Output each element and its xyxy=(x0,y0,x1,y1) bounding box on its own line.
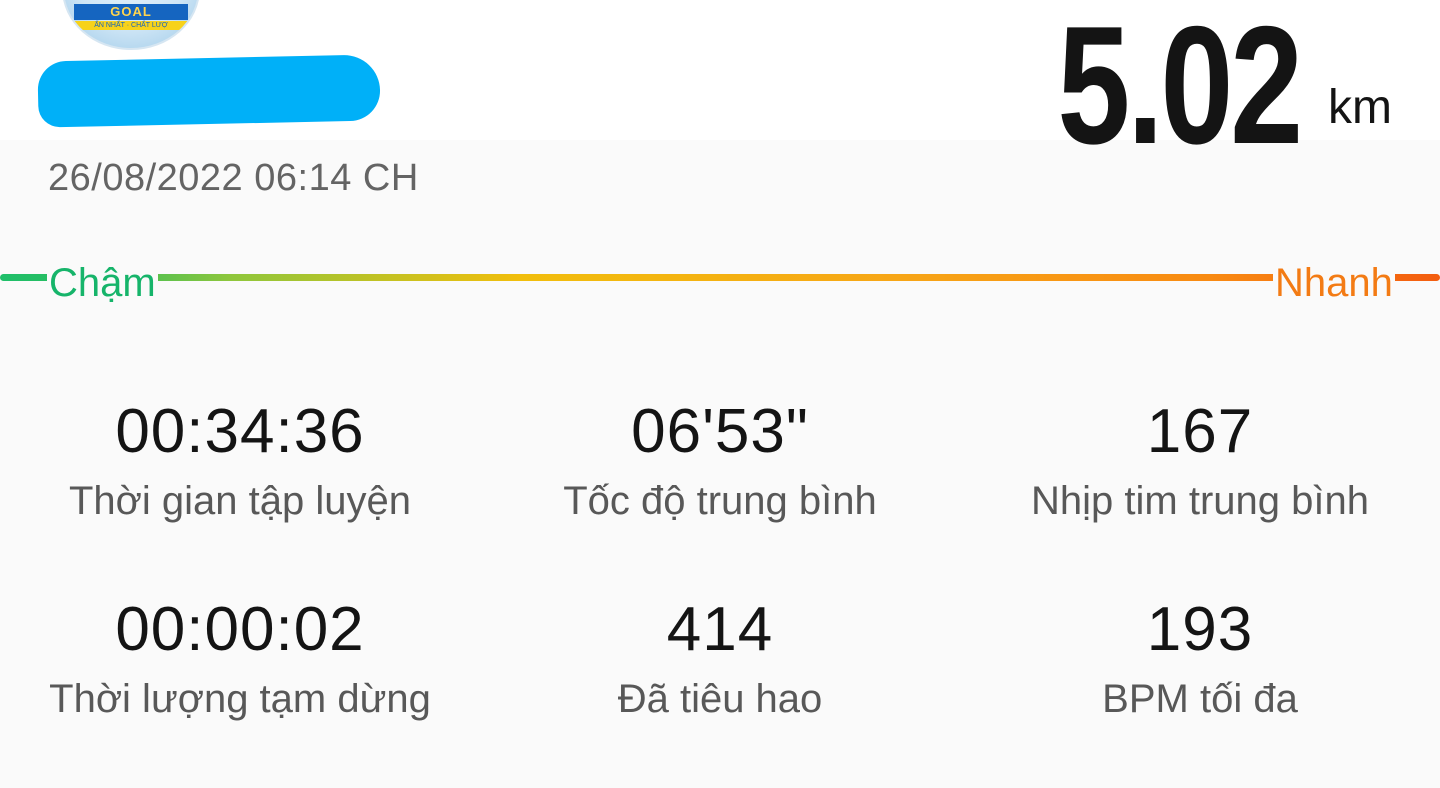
stat-label: Tốc độ trung bình xyxy=(563,479,877,523)
avatar-badge-text: GOAL xyxy=(74,4,188,20)
name-redaction xyxy=(37,54,381,128)
stat-calories-burned: 414 Đã tiêu hao xyxy=(480,590,960,788)
stats-grid: 00:34:36 Thời gian tập luyện 06'53" Tốc … xyxy=(0,392,1440,788)
stat-label: Thời lượng tạm dừng xyxy=(49,677,431,721)
stat-value: 00:34:36 xyxy=(115,397,365,466)
stat-average-pace: 06'53" Tốc độ trung bình xyxy=(480,392,960,590)
stat-label: Thời gian tập luyện xyxy=(69,479,411,523)
stat-value: 193 xyxy=(1146,595,1254,664)
stat-pause-duration: 00:00:02 Thời lượng tạm dừng xyxy=(0,590,480,788)
pace-fast-label: Nhanh xyxy=(1273,255,1395,309)
stat-average-heart-rate: 167 Nhịp tim trung bình xyxy=(960,392,1440,590)
stat-value: 167 xyxy=(1146,397,1254,466)
pace-slow-label: Chậm xyxy=(47,255,158,309)
distance-unit: km xyxy=(1328,81,1392,134)
stat-value: 00:00:02 xyxy=(115,595,365,664)
stat-value: 06'53" xyxy=(631,397,809,466)
distance-display: 5.02 km xyxy=(989,0,1392,179)
stat-label: Đã tiêu hao xyxy=(617,677,823,721)
stat-value: 414 xyxy=(666,595,774,664)
pace-gradient-bar xyxy=(0,274,1440,281)
stat-label: BPM tối đa xyxy=(1102,677,1298,721)
avatar-band-text: ẤN NHẤT · CHẤT LƯỢ xyxy=(64,21,198,30)
stat-workout-time: 00:34:36 Thời gian tập luyện xyxy=(0,392,480,590)
distance-value: 5.02 xyxy=(1057,0,1303,179)
workout-datetime: 26/08/2022 06:14 CH xyxy=(48,157,419,199)
stat-label: Nhịp tim trung bình xyxy=(1031,479,1369,523)
stat-max-bpm: 193 BPM tối đa xyxy=(960,590,1440,788)
